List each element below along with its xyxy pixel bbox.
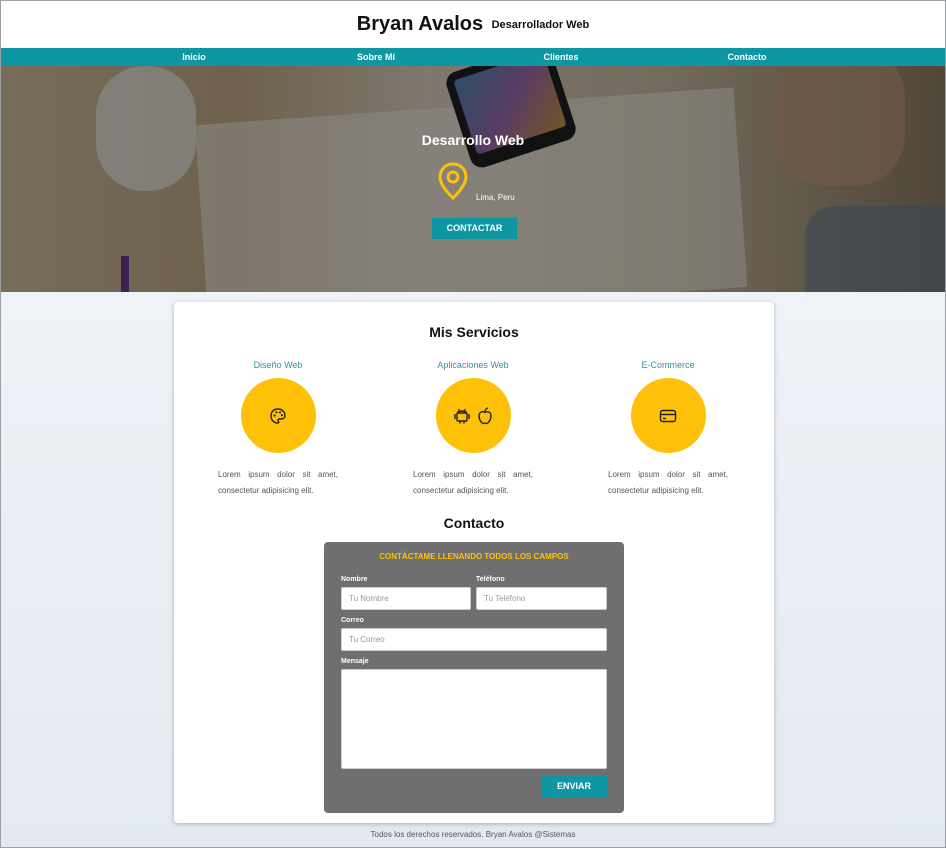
contactar-button[interactable]: CONTACTAR bbox=[432, 218, 517, 239]
main-card: Mis Servicios Diseño Web Lorem ipsum dol… bbox=[174, 302, 774, 823]
nombre-label: Nombre bbox=[341, 576, 368, 583]
palette-icon bbox=[270, 407, 286, 424]
nombre-field[interactable] bbox=[341, 587, 471, 610]
service-icon-circle bbox=[630, 378, 706, 453]
mensaje-label: Mensaje bbox=[341, 658, 369, 665]
main-nav: Inicio Sobre Mí Clientes Contacto bbox=[1, 48, 945, 66]
service-description: Lorem ipsum dolor sit amet, consectetur … bbox=[413, 470, 533, 495]
service-icon-circle bbox=[435, 378, 511, 453]
service-name: Aplicaciones Web bbox=[437, 360, 509, 370]
contact-title: Contacto bbox=[443, 515, 505, 531]
map-pin-icon bbox=[438, 162, 468, 201]
brand-name: Bryan Avalos bbox=[356, 13, 484, 35]
telefono-label: Teléfono bbox=[476, 576, 505, 583]
brand-role: Desarrollador Web bbox=[491, 18, 590, 31]
nav-item-sobre-mi[interactable]: Sobre Mí bbox=[357, 48, 395, 66]
footer-text: Todos los derechos reservados. Bryan Ava… bbox=[370, 830, 576, 839]
service-description: Lorem ipsum dolor sit amet, consectetur … bbox=[608, 470, 728, 495]
mensaje-textarea[interactable] bbox=[341, 669, 607, 769]
correo-field[interactable] bbox=[341, 628, 607, 651]
credit-card-icon bbox=[659, 409, 677, 422]
service-name: E-Commerce bbox=[641, 360, 695, 370]
service-e-commerce: E-Commerce Lorem ipsum dolor sit amet, c… bbox=[608, 360, 728, 499]
hero-title: Desarrollo Web bbox=[421, 132, 525, 148]
android-icon bbox=[454, 408, 470, 423]
hero-location: Lima, Peru bbox=[476, 193, 515, 202]
site-header: Bryan Avalos Desarrollador Web bbox=[1, 1, 945, 48]
apple-icon bbox=[478, 406, 492, 424]
hero-content: Desarrollo Web Lima, Peru CONTACTAR bbox=[1, 66, 945, 292]
service-icon-circle bbox=[240, 378, 316, 453]
correo-label: Correo bbox=[341, 617, 364, 624]
service-description: Lorem ipsum dolor sit amet, consectetur … bbox=[218, 470, 338, 495]
nav-item-inicio[interactable]: Inicio bbox=[182, 48, 206, 66]
nav-item-contacto[interactable]: Contacto bbox=[728, 48, 767, 66]
form-heading: CONTÁCTAME LLENANDO TODOS LOS CAMPOS bbox=[379, 552, 569, 561]
hero-banner: Desarrollo Web Lima, Peru CONTACTAR bbox=[1, 66, 945, 292]
service-diseno-web: Diseño Web Lorem ipsum dolor sit amet, c… bbox=[218, 360, 338, 499]
service-name: Diseño Web bbox=[253, 360, 303, 370]
contact-form: CONTÁCTAME LLENANDO TODOS LOS CAMPOS Nom… bbox=[324, 542, 624, 813]
enviar-button[interactable]: ENVIAR bbox=[541, 775, 607, 798]
telefono-field[interactable] bbox=[476, 587, 607, 610]
nav-item-clientes[interactable]: Clientes bbox=[543, 48, 578, 66]
brand: Bryan Avalos Desarrollador Web bbox=[1, 13, 945, 36]
services-title: Mis Servicios bbox=[429, 324, 519, 340]
service-aplicaciones-web: Aplicaciones Web Lorem ipsum dolor sit a… bbox=[413, 360, 533, 499]
